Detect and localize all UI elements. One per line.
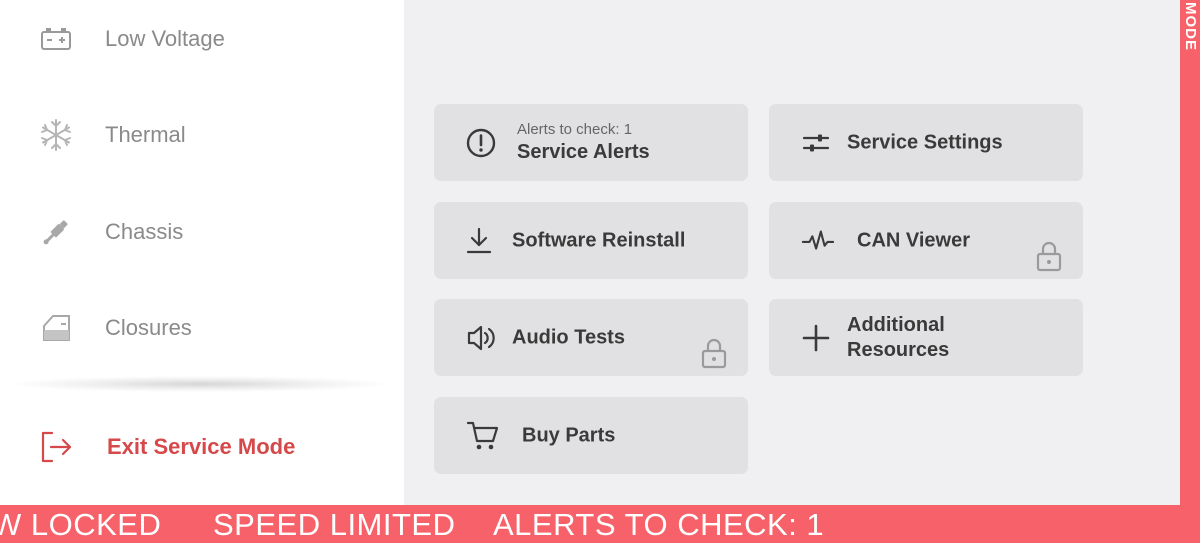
battery-icon bbox=[38, 21, 74, 57]
buy-parts-label: Buy Parts bbox=[522, 424, 616, 446]
car-door-icon bbox=[38, 310, 74, 346]
sidebar-item-closures[interactable]: Closures bbox=[38, 308, 192, 348]
alert-circle-icon bbox=[464, 126, 498, 160]
can-viewer-label: CAN Viewer bbox=[857, 229, 971, 251]
sidebar-item-label: Chassis bbox=[105, 219, 184, 244]
speaker-icon bbox=[464, 321, 498, 355]
sidebar-item-label: Closures bbox=[105, 315, 192, 340]
lock-icon bbox=[700, 337, 728, 369]
service-mode-stripe: MODE bbox=[1180, 0, 1200, 505]
sidebar-item-chassis[interactable]: Chassis bbox=[38, 212, 183, 252]
status-banner: W LOCKED SPEED LIMITED ALERTS TO CHECK: … bbox=[0, 505, 1200, 543]
banner-item: ALERTS TO CHECK: 1 bbox=[493, 507, 825, 542]
sidebar-item-thermal[interactable]: Thermal bbox=[38, 115, 186, 155]
sidebar-item-label: Low Voltage bbox=[105, 26, 225, 51]
plus-icon bbox=[799, 321, 833, 355]
snowflake-icon bbox=[38, 117, 74, 153]
alerts-count-text: Alerts to check: 1 bbox=[517, 121, 633, 138]
waveform-icon bbox=[801, 224, 835, 258]
software-reinstall-label: Software Reinstall bbox=[512, 229, 686, 251]
service-mode-stripe-text: MODE bbox=[1182, 2, 1199, 51]
sidebar: Low Voltage Thermal Chassis Closures Exi… bbox=[0, 0, 404, 505]
shock-absorber-icon bbox=[38, 214, 74, 250]
banner-item: SPEED LIMITED bbox=[213, 507, 456, 542]
sliders-icon bbox=[799, 126, 833, 160]
additional-resources-tile[interactable]: Additional Resources bbox=[769, 299, 1083, 376]
additional-resources-line1: Additional bbox=[847, 314, 945, 336]
sidebar-item-label: Thermal bbox=[105, 122, 186, 147]
cart-icon bbox=[466, 419, 500, 453]
sidebar-item-low-voltage[interactable]: Low Voltage bbox=[38, 19, 225, 59]
additional-resources-label: Additional Resources bbox=[847, 313, 949, 363]
buy-parts-tile[interactable]: Buy Parts bbox=[434, 397, 748, 474]
exit-icon bbox=[38, 429, 74, 465]
software-reinstall-tile[interactable]: Software Reinstall bbox=[434, 202, 748, 279]
audio-tests-tile[interactable]: Audio Tests bbox=[434, 299, 748, 376]
can-viewer-tile[interactable]: CAN Viewer bbox=[769, 202, 1083, 279]
service-settings-label: Service Settings bbox=[847, 131, 1003, 153]
download-icon bbox=[462, 224, 496, 258]
banner-item: W LOCKED bbox=[0, 507, 162, 542]
divider bbox=[10, 376, 390, 392]
main-panel: Alerts to check: 1 Service Alerts Servic… bbox=[404, 0, 1180, 505]
lock-icon bbox=[1035, 240, 1063, 272]
service-alerts-tile[interactable]: Alerts to check: 1 Service Alerts bbox=[434, 104, 748, 181]
exit-service-mode-button[interactable]: Exit Service Mode bbox=[38, 427, 295, 467]
exit-service-mode-label: Exit Service Mode bbox=[107, 434, 296, 459]
service-settings-tile[interactable]: Service Settings bbox=[769, 104, 1083, 181]
additional-resources-line2: Resources bbox=[847, 339, 950, 361]
audio-tests-label: Audio Tests bbox=[512, 326, 625, 348]
service-alerts-label: Service Alerts bbox=[517, 141, 650, 163]
